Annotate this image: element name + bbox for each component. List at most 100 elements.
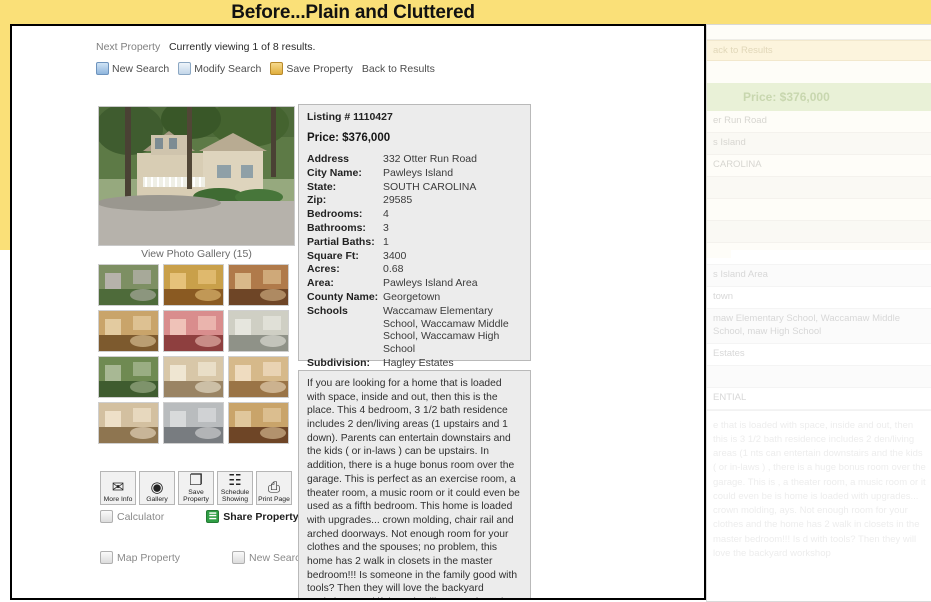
envelope-icon: ✉ (111, 478, 125, 496)
listing-detail-box: Listing # 1110427 Price: $376,000 Addres… (298, 104, 531, 383)
navigation-status-line: Next Property Currently viewing 1 of 8 r… (96, 41, 315, 53)
share-icon: ☰ (206, 510, 220, 523)
floppy-icon: ❐ (189, 471, 203, 489)
listing-price: Price: $376,000 (307, 132, 391, 144)
toolbar-link-back-to-results[interactable]: Back to Results (362, 63, 435, 75)
action-button-schedule-showing[interactable]: ☷ Schedule Showing (217, 471, 253, 505)
listing-field-key: Bedrooms: (307, 208, 363, 221)
after-detail-row (707, 243, 931, 265)
after-screenshot-panel: ack to Results Price: $376,000 er Run Ro… (706, 24, 931, 602)
thumbnail-12[interactable] (228, 402, 289, 444)
listing-number: Listing # 1110427 (307, 111, 393, 123)
after-detail-row: s Island (707, 133, 931, 155)
listing-field-value: 4 (383, 208, 389, 221)
after-detail-row: ENTIAL (707, 388, 931, 410)
toolbar-link-label: Save Property (286, 62, 353, 75)
listing-field-key: Schools (307, 304, 348, 317)
thumbnail-image (99, 311, 158, 351)
listing-fields-table: Address 332 Otter Run Road City Name: Pawle… (307, 153, 522, 385)
after-detail-row: town (707, 287, 931, 309)
listing-field-key: Subdivision: (307, 356, 370, 369)
after-detail-rows: er Run Road s Island CAROLINA s Island Area… (707, 111, 931, 410)
link-label: Share Property (223, 510, 299, 523)
thumbnail-9[interactable] (228, 356, 289, 398)
action-button-print-page[interactable]: ⎙ Print Page (256, 471, 292, 505)
thumbnail-10[interactable] (98, 402, 159, 444)
thumbnail-image (99, 403, 158, 443)
next-property-link[interactable]: Next Property (96, 41, 160, 53)
link-calculator[interactable]: Calculator (100, 510, 164, 523)
listing-field-row: Zip: 29585 (307, 194, 522, 208)
thumbnail-image (164, 357, 223, 397)
listing-field-row: State: SOUTH CAROLINA (307, 181, 522, 195)
thumbnail-image (229, 403, 288, 443)
map-icon (100, 551, 113, 564)
after-detail-row: maw Elementary School, Waccamaw Middle S… (707, 309, 931, 344)
toolbar-link-label: New Search (112, 62, 170, 75)
action-button-gallery[interactable]: ◉ Gallery (139, 471, 175, 505)
folder-icon (270, 62, 284, 75)
listing-field-value: 3 (383, 221, 389, 234)
action-button-label: Gallery (146, 495, 168, 503)
listing-field-value: Hagley Estates (383, 356, 454, 369)
viewing-status-text: Currently viewing 1 of 8 results. (168, 41, 316, 53)
link-new-search[interactable]: New Search (232, 551, 306, 564)
toolbar-link-save-property[interactable]: Save Property (270, 62, 353, 75)
link-map-property[interactable]: Map Property (100, 551, 180, 564)
thumbnail-6[interactable] (228, 310, 289, 352)
after-spacer (707, 61, 931, 83)
after-description: e that is loaded with space, inside and … (707, 409, 931, 570)
main-property-photo[interactable] (98, 106, 295, 246)
magnifier-icon (232, 551, 246, 564)
listing-field-value: 0.68 (383, 263, 404, 276)
thumbnail-3[interactable] (228, 264, 289, 306)
after-price: Price: $376,000 (707, 83, 931, 111)
action-button-row: ✉ More Info ◉ Gallery ❐ Save Property ☷ Schedule… (100, 471, 292, 505)
listing-field-value: SOUTH CAROLINA (383, 180, 477, 193)
after-detail-row: er Run Road (707, 111, 931, 133)
thumbnail-2[interactable] (163, 264, 224, 306)
listing-field-key: Acres: (307, 263, 340, 276)
calendar-icon: ☷ (228, 471, 242, 489)
thumbnail-11[interactable] (163, 402, 224, 444)
thumbnail-1[interactable] (98, 264, 159, 306)
link-share-property[interactable]: ☰ Share Property (206, 510, 299, 523)
slide-title: Before...Plain and Cluttered (0, 0, 706, 26)
toolbar-link-new-search[interactable]: New Search (96, 62, 169, 75)
after-breadcrumb: ack to Results (707, 40, 931, 61)
thumbnail-image (229, 357, 288, 397)
after-detail-row: CAROLINA (707, 155, 931, 177)
listing-field-key: State: (307, 180, 337, 193)
listing-field-key: County Name: (307, 290, 379, 303)
listing-field-key: Partial Baths: (307, 235, 375, 248)
listing-field-value: Pawleys Island (383, 166, 454, 179)
before-screenshot-window: Next Property Currently viewing 1 of 8 r… (10, 24, 706, 600)
listing-field-value: Pawleys Island Area (383, 277, 478, 290)
thumbnail-image (99, 357, 158, 397)
calculator-icon (100, 510, 113, 523)
thumbnail-5[interactable] (163, 310, 224, 352)
listing-field-row: Partial Baths: 1 (307, 236, 522, 250)
listing-field-row: Subdivision: Hagley Estates (307, 357, 522, 371)
after-detail-row (707, 365, 931, 388)
after-detail-row (707, 177, 931, 199)
action-button-more-info[interactable]: ✉ More Info (100, 471, 136, 505)
thumbnail-7[interactable] (98, 356, 159, 398)
gallery-caption[interactable]: View Photo Gallery (15) (98, 248, 295, 260)
action-button-save-property[interactable]: ❐ Save Property (178, 471, 214, 505)
listing-field-value: 332 Otter Run Road (383, 153, 477, 165)
toolbar-link-label: Back to Results (361, 62, 435, 75)
listing-field-row: Address 332 Otter Run Road (307, 153, 522, 167)
listing-field-row: Schools Waccamaw Elementary School, Wacca… (307, 305, 522, 357)
listing-field-key: Bathrooms: (307, 221, 366, 234)
after-detail-row (707, 221, 931, 243)
listing-field-row: Square Ft: 3400 (307, 250, 522, 264)
thumbnail-8[interactable] (163, 356, 224, 398)
link-label: Map Property (117, 551, 181, 564)
action-button-label: Print Page (258, 495, 290, 503)
listing-field-row: Bedrooms: 4 (307, 208, 522, 222)
after-topbar (707, 25, 931, 40)
thumbnail-4[interactable] (98, 310, 159, 352)
after-detail-row: s Island Area (707, 265, 931, 287)
toolbar-link-modify-search[interactable]: Modify Search (178, 62, 261, 75)
